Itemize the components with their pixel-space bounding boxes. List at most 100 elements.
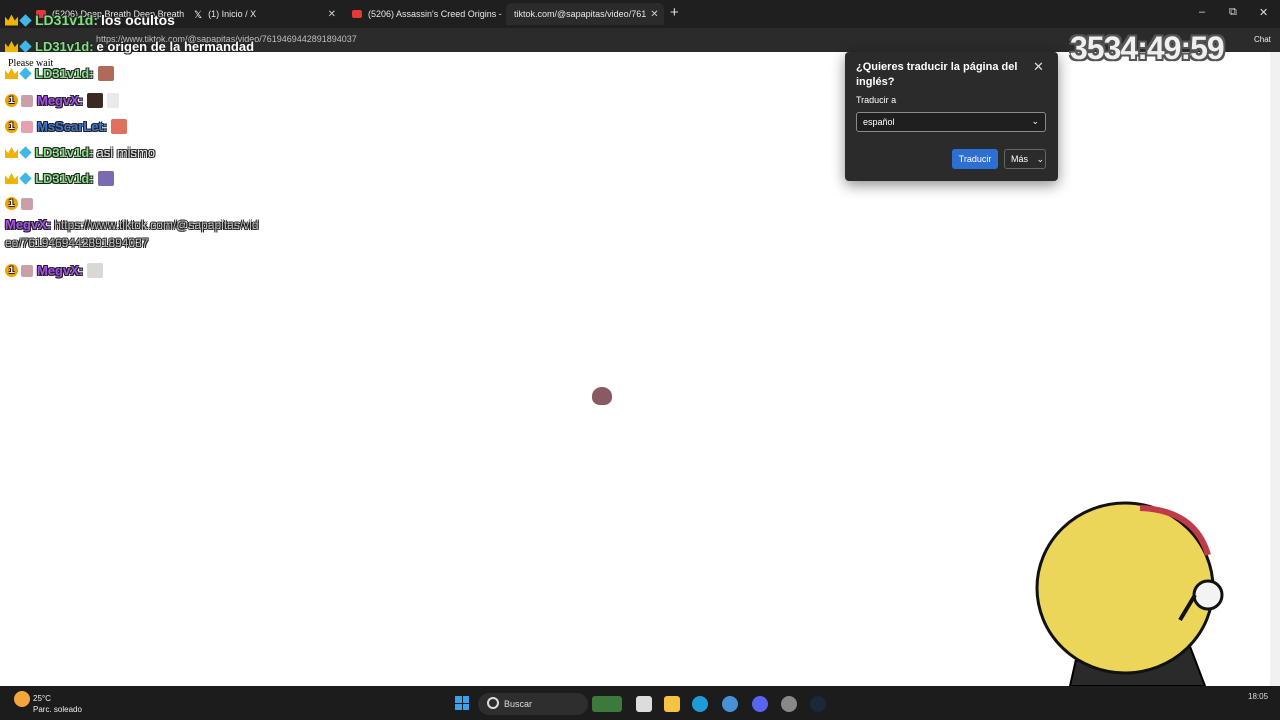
task-view-icon[interactable] [636,696,652,712]
crown-badge-icon [5,41,18,52]
close-icon[interactable]: ✕ [1033,59,1044,75]
youtube-icon [352,10,362,18]
small-emote-icon [107,93,120,108]
more-label: Más [1011,154,1029,164]
cube-badge-icon [19,40,32,53]
colon: : [89,171,94,186]
chat-text: e origen de la hermandad [96,39,255,54]
chat-username: MegvX [37,93,79,108]
page-scrollbar[interactable] [1270,52,1280,686]
taskbar-clock[interactable]: 18:05 [1248,692,1268,701]
chat-message-continued: eo/7619469442891894037 [5,236,148,250]
translate-to-label: Traducir a [856,95,897,105]
chat-message: LD31v1d: [5,171,114,186]
colon: : [89,39,94,54]
chat-message: 1 MsScarLet: [5,119,128,134]
weather-icon[interactable] [14,691,30,707]
stream-timer: 3534:49:59 [1070,30,1225,66]
chat-message: LD31v1d: asi mismo [5,145,155,160]
chat-text: los ocultos [101,12,175,28]
selected-language: español [863,117,895,127]
minimize-button[interactable]: – [1199,6,1205,18]
search-label: Buscar [504,699,533,709]
tab-tiktok[interactable]: tiktok.com/@sapapitas/video/761 ✕ [506,3,664,25]
colon: : [46,217,52,232]
translate-popup: ¿Quieres traducir la página del inglés? … [845,52,1058,181]
colon: : [89,66,94,81]
emote-icon [87,263,104,278]
close-window-button[interactable]: ✕ [1259,6,1268,19]
taskbar-search[interactable]: Buscar [478,693,588,715]
chat-username: LD31v1d [35,145,90,160]
temperature: 25°C [33,694,51,703]
avatar-hair [1035,501,1215,675]
chevron-down-icon: ⌄ [1031,116,1039,126]
chat-message: LD31v1d: e origen de la hermandad [5,39,254,54]
chat-username: MegvX [5,217,47,232]
crown-badge-icon [5,147,18,158]
chat-button[interactable]: Chat [1254,35,1271,44]
emote-icon [97,171,114,186]
new-tab-button[interactable]: + [670,4,679,21]
browser-icon[interactable] [722,696,738,712]
chat-username: LD31v1d [35,12,94,28]
tab-assassins-creed[interactable]: (5206) Assassin's Creed Origins - T ✕ [344,3,504,25]
tab-title: tiktok.com/@sapapitas/video/761 [514,9,647,19]
maximize-button[interactable]: ⧉ [1229,6,1237,19]
tier-one-badge-icon: 1 [5,120,18,133]
colon: : [78,263,84,278]
colon: : [89,145,94,160]
windows-start-icon[interactable] [455,696,469,710]
edge-browser-icon[interactable] [692,696,708,712]
avatar-badge-icon [21,197,33,210]
avatar-badge-icon [21,94,33,107]
desktop-pet-icon[interactable] [592,387,612,405]
chat-message: MegvX: https://www.tiktok.com/@sapapitas… [5,217,259,232]
chat-link[interactable]: https://www.tiktok.com/@sapapitas/vid [54,218,258,232]
weather-condition: Parc. soleado [33,705,82,714]
tab-title: (5206) Assassin's Creed Origins - T [368,9,504,19]
language-select[interactable]: español ⌄ [856,112,1046,132]
chat-link-continued[interactable]: eo/7619469442891894037 [5,236,148,250]
chat-username: MegvX [37,263,79,278]
avatar-badge-icon [21,264,33,277]
chevron-down-icon: ⌄ [1036,154,1045,164]
crown-badge-icon [5,68,18,79]
discord-icon[interactable] [752,696,768,712]
chat-username: LD31v1d [35,39,90,54]
chat-message: LD31v1d: [5,66,114,81]
cube-badge-icon [19,67,32,80]
emote-icon [87,93,104,108]
widgets-icon[interactable] [592,696,622,712]
app-icon[interactable] [781,696,797,712]
file-explorer-icon[interactable] [664,696,680,712]
chat-message-badges: 1 [5,197,37,210]
search-icon [487,697,499,709]
tab-x-inicio[interactable]: 𝕏 (1) Inicio / X ✕ [186,3,344,25]
x-logo-icon: 𝕏 [194,10,203,21]
chat-message: LD31v1d: los ocultos [5,12,175,28]
avatar-badge-icon [21,120,33,133]
colon: : [102,119,108,134]
more-options-button[interactable]: Más ⌄ [1004,149,1046,169]
tier-one-badge-icon: 1 [5,94,18,107]
weather-widget[interactable]: 25°C Parc. soleado [33,693,82,715]
chat-username: LD31v1d [35,171,90,186]
chat-message: 1 MegvX: [5,263,104,278]
translate-popup-title: ¿Quieres traducir la página del inglés? [856,61,1018,88]
colon: : [93,12,99,28]
headphone-icon [1192,579,1224,611]
emote-icon [111,119,128,134]
close-tab-icon[interactable]: ✕ [324,9,336,20]
colon: : [78,93,84,108]
tab-title: (1) Inicio / X [208,9,257,19]
cube-badge-icon [19,172,32,185]
tier-one-badge-icon: 1 [5,197,18,210]
close-tab-icon[interactable]: ✕ [646,9,658,20]
translate-button[interactable]: Traducir [952,149,998,169]
crown-badge-icon [5,173,18,184]
emote-icon [97,66,114,81]
chat-username: LD31v1d [35,66,90,81]
tier-one-badge-icon: 1 [5,264,18,277]
steam-icon[interactable] [810,696,826,712]
